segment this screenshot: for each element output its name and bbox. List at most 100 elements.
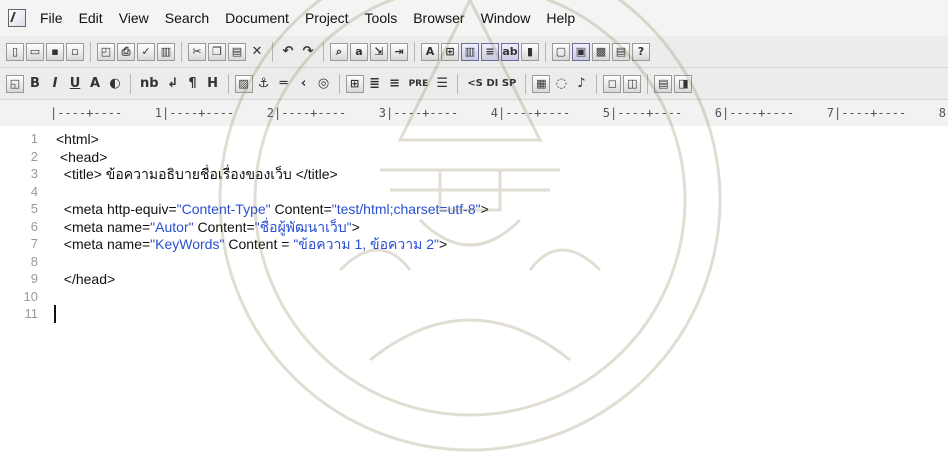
save-icon[interactable]: ▪ xyxy=(46,42,64,61)
ruler-segment: |----+---- 1 xyxy=(50,106,162,120)
menu-tools[interactable]: Tools xyxy=(357,10,406,26)
menu-file[interactable]: File xyxy=(32,10,71,26)
s-di-sp-button[interactable]: <S DI SP xyxy=(464,75,519,93)
help-icon[interactable]: ? xyxy=(632,42,650,61)
italic-button[interactable]: I xyxy=(46,75,64,93)
app-pen-icon[interactable] xyxy=(8,9,26,27)
code-editor[interactable]: 1 2 3 4 5 6 7 8 9 10 11 <html> <head> <title> ข้อค… xyxy=(0,126,948,373)
window-icon[interactable]: ▢ xyxy=(552,42,570,61)
nbsp-button[interactable]: nb xyxy=(137,75,162,93)
align-center-icon[interactable]: ≣ xyxy=(366,75,384,93)
insert-icon[interactable]: ⊞ xyxy=(441,42,459,61)
image-icon[interactable]: ▨ xyxy=(234,74,253,93)
book-icon[interactable]: ▥ xyxy=(157,42,175,61)
split-view-icon[interactable]: ▣ xyxy=(572,42,590,61)
ab-cd-icon[interactable]: ab xyxy=(501,42,519,61)
ruler: |----+---- 1 |----+---- 2 |----+---- 3 |----+-… xyxy=(0,100,948,127)
menu-search[interactable]: Search xyxy=(157,10,217,26)
replace-icon[interactable]: a xyxy=(350,42,368,61)
line-number: 8 xyxy=(30,253,38,269)
paragraph-button[interactable]: ¶ xyxy=(184,75,202,93)
bookmark-icon[interactable]: ▮ xyxy=(521,42,539,61)
line-number: 10 xyxy=(23,288,38,304)
heading-button[interactable]: H xyxy=(204,75,222,93)
menu-view[interactable]: View xyxy=(111,10,157,26)
color-icon[interactable]: ◐ xyxy=(106,75,124,93)
redo-icon[interactable]: ↷ xyxy=(299,43,317,61)
print-icon[interactable]: ⎙ xyxy=(117,42,135,61)
quickstart-icon[interactable]: ◱ xyxy=(6,74,24,93)
fullscreen-icon[interactable]: ▩ xyxy=(592,42,610,61)
panel-icon[interactable]: ▤ xyxy=(612,42,630,61)
align-right-icon[interactable]: ≡ xyxy=(386,75,404,93)
delete-icon[interactable]: ✕ xyxy=(248,43,266,61)
code-line: <title> ข้อความอธิบายชื่อเรื่องของเว็บ <… xyxy=(56,166,338,182)
save-all-icon[interactable]: ▫ xyxy=(66,42,84,61)
list-icon[interactable]: ☰ xyxy=(433,75,451,93)
css-icon[interactable]: ▦ xyxy=(532,74,551,93)
goto-icon[interactable]: ⇲ xyxy=(370,42,388,61)
separator xyxy=(414,41,415,62)
code-line: <meta name="Autor" Content="ชื่อผู้พัฒนา… xyxy=(56,218,360,236)
style-icon[interactable]: ◌ xyxy=(552,75,570,93)
menu-help[interactable]: Help xyxy=(538,10,583,26)
form-icon[interactable]: ◫ xyxy=(623,74,642,93)
new-file-icon[interactable]: ▯ xyxy=(6,42,24,61)
code-line: </head> xyxy=(56,271,116,287)
html-toolbar: ◱ B I U A ◐ nb ↲ ¶ H ▨ ⚓ ═ ‹ ◎ ⊞ ≣ ≡ PRE… xyxy=(0,68,948,100)
layout-icon[interactable]: ▤ xyxy=(654,74,673,93)
undo-icon[interactable]: ↶ xyxy=(279,43,297,61)
separator xyxy=(323,41,324,62)
separator xyxy=(90,41,91,62)
anchor-icon[interactable]: ⚓ xyxy=(255,75,273,93)
frame-icon[interactable]: ◻ xyxy=(603,74,622,93)
rule-icon[interactable]: ═ xyxy=(275,75,293,93)
menu-project[interactable]: Project xyxy=(297,10,357,26)
font-size-icon[interactable]: A xyxy=(421,42,439,61)
separator xyxy=(647,73,649,94)
separator xyxy=(130,73,131,94)
ruler-label: 1 xyxy=(154,106,162,120)
ruler-track: |----+---- 1 |----+---- 2 |----+---- 3 |----+-… xyxy=(50,100,948,126)
code-line: <meta http-equiv="Content-Type" Content=… xyxy=(56,200,489,218)
ruler-segment: |----+---- 6 xyxy=(610,106,722,120)
ruler-segment: |----+---- 2 xyxy=(162,106,274,120)
line-number: 6 xyxy=(30,218,38,234)
spellcheck-icon[interactable]: ✓ xyxy=(137,42,155,61)
open-folder-icon[interactable]: ▭ xyxy=(26,42,44,61)
underline-button[interactable]: U xyxy=(66,75,84,93)
line-number-gutter: 1 2 3 4 5 6 7 8 9 10 11 xyxy=(0,126,44,373)
line-number: 1 xyxy=(30,131,38,146)
paste-icon[interactable]: ▤ xyxy=(228,42,246,61)
comment-icon[interactable]: ‹ xyxy=(295,75,313,93)
separator xyxy=(525,73,527,94)
indent-icon[interactable]: ⇥ xyxy=(390,42,408,61)
break-icon[interactable]: ↲ xyxy=(164,75,182,93)
code-token: <meta name= xyxy=(56,218,151,235)
table-icon[interactable]: ⊞ xyxy=(345,74,364,93)
script-icon[interactable]: ♪ xyxy=(572,75,590,93)
list-mode-icon[interactable]: ≡ xyxy=(481,42,499,61)
target-icon[interactable]: ◎ xyxy=(315,75,333,93)
menu-document[interactable]: Document xyxy=(217,10,297,26)
find-icon[interactable]: ⌕ xyxy=(330,42,348,61)
print-preview-icon[interactable]: ◰ xyxy=(97,42,115,61)
panel-split-icon[interactable]: ◨ xyxy=(674,74,693,93)
code-area[interactable]: <html> <head> <title> ข้อความอธิบายชื่อเ… xyxy=(56,126,948,373)
code-token: > xyxy=(439,236,448,252)
pre-button[interactable]: PRE xyxy=(406,75,432,93)
code-token: Content= xyxy=(270,201,332,217)
menu-bar: File Edit View Search Document Project T… xyxy=(0,0,948,36)
bold-button[interactable]: B xyxy=(26,75,44,93)
copy-icon[interactable]: ❐ xyxy=(208,42,226,61)
cut-icon[interactable]: ✂ xyxy=(188,42,206,61)
font-button[interactable]: A xyxy=(86,75,104,93)
code-string: "ข้อความ 1, ข้อความ 2" xyxy=(293,236,439,252)
code-line: <head> xyxy=(56,148,108,165)
ruler-label: 6 xyxy=(714,106,722,120)
column-mode-icon[interactable]: ▥ xyxy=(461,42,479,61)
menu-edit[interactable]: Edit xyxy=(71,10,111,26)
menu-browser[interactable]: Browser xyxy=(405,10,472,26)
code-token: > xyxy=(351,218,360,235)
menu-window[interactable]: Window xyxy=(473,10,539,26)
